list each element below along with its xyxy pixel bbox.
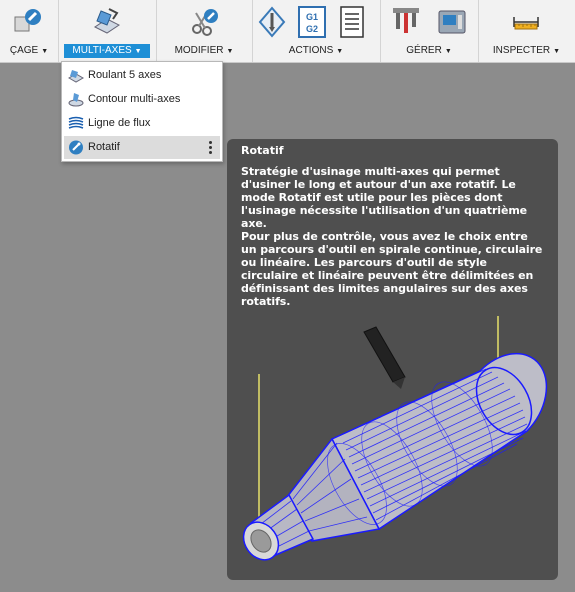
g1-label: G1: [306, 12, 318, 22]
scissors-icon[interactable]: [188, 5, 220, 39]
menu-item-label: Rotatif: [88, 141, 120, 153]
toolbar-group-modifier[interactable]: MODIFIER ▼: [156, 0, 253, 62]
swarf-icon: [68, 70, 84, 83]
rotary-part: [242, 352, 548, 561]
menu-item-label: Contour multi-axes: [88, 93, 181, 105]
multiaxis-contour-icon: [68, 93, 84, 107]
rotary-tooltip: Rotatif Stratégie d'usinage multi-axes q…: [227, 139, 558, 580]
menu-item-label: Ligne de flux: [88, 117, 151, 129]
toolbar: ÇAGE ▼ MULTI-AXES ▼ MODIFIER ▼ G1 G2 ACT…: [0, 0, 575, 63]
measure-icon[interactable]: [510, 5, 542, 39]
tooltip-title: Rotatif: [241, 144, 284, 157]
menu-item-flow[interactable]: Ligne de flux: [64, 112, 220, 135]
group-label: GÉRER ▼: [406, 45, 452, 56]
toolbar-group-gerer[interactable]: GÉRER ▼: [380, 0, 479, 62]
group-label: INSPECTER ▼: [492, 45, 561, 56]
menu-item-swarf[interactable]: Roulant 5 axes: [64, 64, 220, 87]
toolbar-group-inspecter[interactable]: INSPECTER ▼: [478, 0, 575, 62]
rotary-toolpath-illustration: [242, 316, 548, 561]
toolbar-group-cage[interactable]: ÇAGE ▼: [0, 0, 59, 62]
multi-axes-menu: Roulant 5 axes Contour multi-axes Ligne …: [61, 61, 223, 162]
g2-label: G2: [306, 24, 318, 34]
multi-axis-icon[interactable]: [91, 5, 123, 39]
tool-library-icon[interactable]: [390, 5, 422, 39]
more-options-icon[interactable]: [209, 141, 212, 154]
group-label: MODIFIER ▼: [174, 45, 234, 56]
menu-item-multiaxis-contour[interactable]: Contour multi-axes: [64, 88, 220, 111]
menu-item-label: Roulant 5 axes: [88, 69, 162, 81]
post-process-icon[interactable]: G1 G2: [296, 5, 328, 39]
group-label: MULTI-AXES ▼: [64, 44, 150, 58]
group-label: ÇAGE ▼: [9, 45, 49, 56]
simulate-icon[interactable]: [256, 5, 288, 39]
cutting-tool: [363, 326, 406, 389]
group-label: ACTIONS ▼: [288, 45, 344, 56]
rotary-icon: [69, 140, 83, 155]
toolbar-group-multi-axes[interactable]: MULTI-AXES ▼: [58, 0, 157, 62]
machine-library-icon[interactable]: [436, 5, 468, 39]
tool-icon[interactable]: [12, 5, 44, 39]
tooltip-details: Pour plus de contrôle, vous avez le choi…: [241, 230, 543, 308]
tooltip-description: Stratégie d'usinage multi-axes qui perme…: [241, 165, 528, 230]
setup-sheet-icon[interactable]: [336, 5, 368, 39]
menu-item-rotary[interactable]: Rotatif: [64, 136, 220, 159]
flow-icon: [68, 116, 84, 129]
toolbar-group-actions[interactable]: G1 G2 ACTIONS ▼: [252, 0, 381, 62]
